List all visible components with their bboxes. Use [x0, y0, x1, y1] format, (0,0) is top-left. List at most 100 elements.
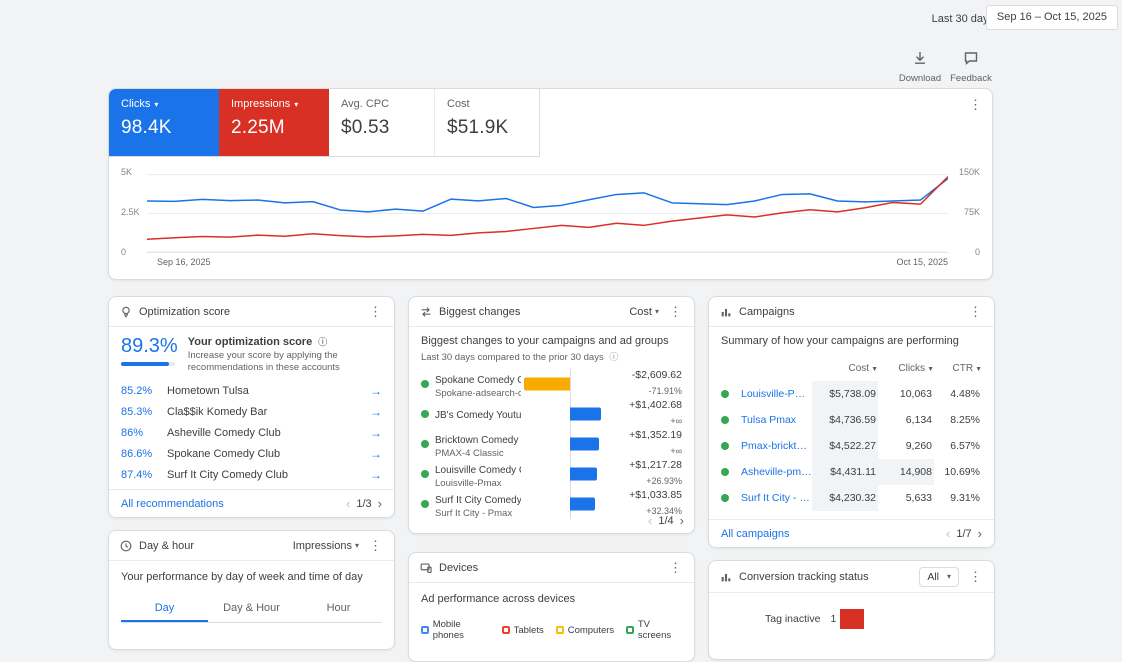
page-next-icon[interactable]: ›	[378, 496, 382, 511]
campaign-name-link[interactable]: Louisville-Pmax	[741, 388, 812, 400]
legend-item-mobile[interactable]: Mobile phones	[421, 619, 490, 641]
card-title: Devices	[439, 561, 479, 574]
account-name: Spokane Comedy Club	[167, 448, 281, 461]
metric-tile-clicks[interactable]: Clicks ▾ 98.4K	[109, 89, 219, 156]
card-title: Optimization score	[139, 305, 231, 318]
account-recommendation-row[interactable]: 86.6% Spokane Comedy Club →	[121, 444, 382, 465]
status-dot	[721, 416, 729, 424]
metric-tile-impressions[interactable]: Impressions ▾ 2.25M	[219, 89, 329, 156]
score-description: Increase your score by applying the reco…	[187, 350, 340, 374]
optimization-kebab-menu[interactable]: ⋮	[367, 304, 384, 320]
campaigns-card: Campaigns ⋮ Summary of how your campaign…	[708, 296, 995, 548]
metric-label: Cost	[447, 98, 470, 110]
arrow-right-icon[interactable]: →	[370, 384, 382, 398]
changes-metric-filter[interactable]: Cost ▾	[629, 306, 659, 318]
page-indicator: 1/7	[956, 527, 972, 540]
all-campaigns-link[interactable]: All campaigns	[721, 528, 789, 540]
column-header-ctr[interactable]: CTR ▼	[934, 363, 983, 374]
tab-day-hour[interactable]: Day & Hour	[208, 595, 295, 622]
campaign-name-link[interactable]: Tulsa Pmax	[741, 414, 796, 426]
performance-chart[interactable]	[147, 173, 948, 253]
tab-hour[interactable]: Hour	[295, 595, 382, 622]
campaign-ctr: 10.69%	[944, 466, 980, 478]
card-title: Campaigns	[739, 305, 795, 318]
arrow-right-icon[interactable]: →	[370, 447, 382, 461]
change-row[interactable]: Bricktown Comedy Club › PMAX-4 Classic +…	[421, 429, 682, 459]
campaign-clicks: 9,260	[905, 440, 932, 452]
legend-item-tablets[interactable]: Tablets	[501, 619, 544, 641]
performance-chart-svg	[147, 173, 948, 253]
change-amount: +$1,402.68	[629, 399, 682, 411]
all-recommendations-link[interactable]: All recommendations	[121, 498, 224, 510]
info-icon[interactable]: ⓘ	[318, 337, 327, 347]
campaign-cost: $4,522.27	[812, 433, 878, 459]
metric-tile-avg-cpc[interactable]: Avg. CPC $0.53	[329, 89, 434, 156]
change-entity: Surf It City Comedy ...	[435, 494, 521, 506]
tablet-icon	[501, 626, 510, 634]
change-bar-zone	[525, 489, 615, 519]
page-next-icon[interactable]: ›	[978, 526, 982, 541]
change-bar	[524, 377, 570, 391]
change-bar	[570, 467, 597, 481]
change-bar	[570, 497, 595, 511]
metric-value: $51.9K	[447, 117, 509, 138]
day-hour-metric-filter[interactable]: Impressions ▾	[293, 540, 359, 552]
changes-subheading: Last 30 days compared to the prior 30 da…	[421, 352, 604, 363]
page-prev-icon[interactable]: ‹	[946, 526, 950, 541]
arrow-right-icon[interactable]: →	[370, 426, 382, 440]
change-campaign: Surf It City - Pmax	[435, 507, 513, 519]
tab-day[interactable]: Day	[121, 595, 208, 622]
date-range-picker[interactable]: Sep 16 – Oct 15, 2025	[985, 5, 1118, 30]
page-prev-icon[interactable]: ‹	[648, 513, 652, 528]
change-campaign: Louisville-Pmax	[435, 477, 502, 489]
account-recommendation-row[interactable]: 86% Asheville Comedy Club →	[121, 423, 382, 444]
tv-screen-icon	[626, 626, 634, 634]
account-recommendation-row[interactable]: 85.2% Hometown Tulsa →	[121, 381, 382, 402]
chart-status-icon	[719, 570, 733, 584]
sort-icon: ▼	[927, 365, 934, 373]
optimization-score-card: Optimization score ⋮ 89.3% Your optimiza…	[108, 296, 395, 518]
change-percent: +∞	[670, 446, 682, 456]
campaign-name-link[interactable]: Surf It City - Pmax	[741, 492, 812, 504]
change-campaign: Spokane-adsearch-clu...	[435, 387, 521, 399]
column-header-clicks[interactable]: Clicks ▼	[878, 363, 934, 374]
metric-tile-cost[interactable]: Cost $51.9K	[434, 89, 539, 156]
account-recommendation-row[interactable]: 85.3% Cla$$ik Komedy Bar →	[121, 402, 382, 423]
change-row[interactable]: Spokane Comedy Club › Spokane-adsearch-c…	[421, 369, 682, 399]
page-prev-icon[interactable]: ‹	[346, 496, 350, 511]
select-value: All	[927, 570, 939, 583]
change-entity: Louisville Comedy Club	[435, 464, 521, 476]
score-block: 89.3%	[121, 335, 178, 375]
day-hour-kebab-menu[interactable]: ⋮	[367, 538, 384, 554]
arrow-right-icon[interactable]: →	[370, 405, 382, 419]
left-axis-tick: 5K	[121, 167, 133, 177]
left-axis-tick: 2.5K	[121, 207, 140, 217]
metric-value: 98.4K	[121, 117, 172, 138]
conversion-status-bar[interactable]	[840, 609, 865, 629]
change-row[interactable]: JB's Comedy Youtube ... +$1,402.68 +∞	[421, 399, 682, 429]
info-icon[interactable]: ⓘ	[609, 352, 618, 362]
status-dot	[421, 440, 429, 448]
page-next-icon[interactable]: ›	[680, 513, 684, 528]
legend-item-computers[interactable]: Computers	[555, 619, 614, 641]
changes-kebab-menu[interactable]: ⋮	[667, 304, 684, 320]
overview-kebab-menu[interactable]: ⋮	[967, 97, 984, 113]
campaigns-kebab-menu[interactable]: ⋮	[967, 304, 984, 320]
status-dot	[421, 500, 429, 508]
change-row[interactable]: Surf It City Comedy ... › Surf It City -…	[421, 489, 682, 519]
right-axis-tick: 75K	[963, 207, 980, 217]
devices-kebab-menu[interactable]: ⋮	[667, 560, 684, 576]
conversion-filter-select[interactable]: All ▾	[919, 566, 959, 587]
feedback-button[interactable]: Feedback	[946, 50, 996, 84]
column-header-cost[interactable]: Cost ▼	[812, 363, 879, 374]
conversion-kebab-menu[interactable]: ⋮	[967, 569, 984, 585]
changes-heading: Biggest changes to your campaigns and ad…	[421, 335, 669, 347]
feedback-icon	[963, 52, 979, 70]
download-button[interactable]: Download	[895, 50, 945, 84]
campaign-name-link[interactable]: Asheville-pmax-August	[741, 466, 812, 478]
change-row[interactable]: Louisville Comedy Club › Louisville-Pmax…	[421, 459, 682, 489]
arrow-right-icon[interactable]: →	[370, 468, 382, 482]
campaign-name-link[interactable]: Pmax-bricktown-august	[741, 440, 812, 452]
legend-item-tv[interactable]: TV screens	[626, 619, 682, 641]
account-recommendation-row[interactable]: 87.4% Surf It City Comedy Club →	[121, 465, 382, 486]
